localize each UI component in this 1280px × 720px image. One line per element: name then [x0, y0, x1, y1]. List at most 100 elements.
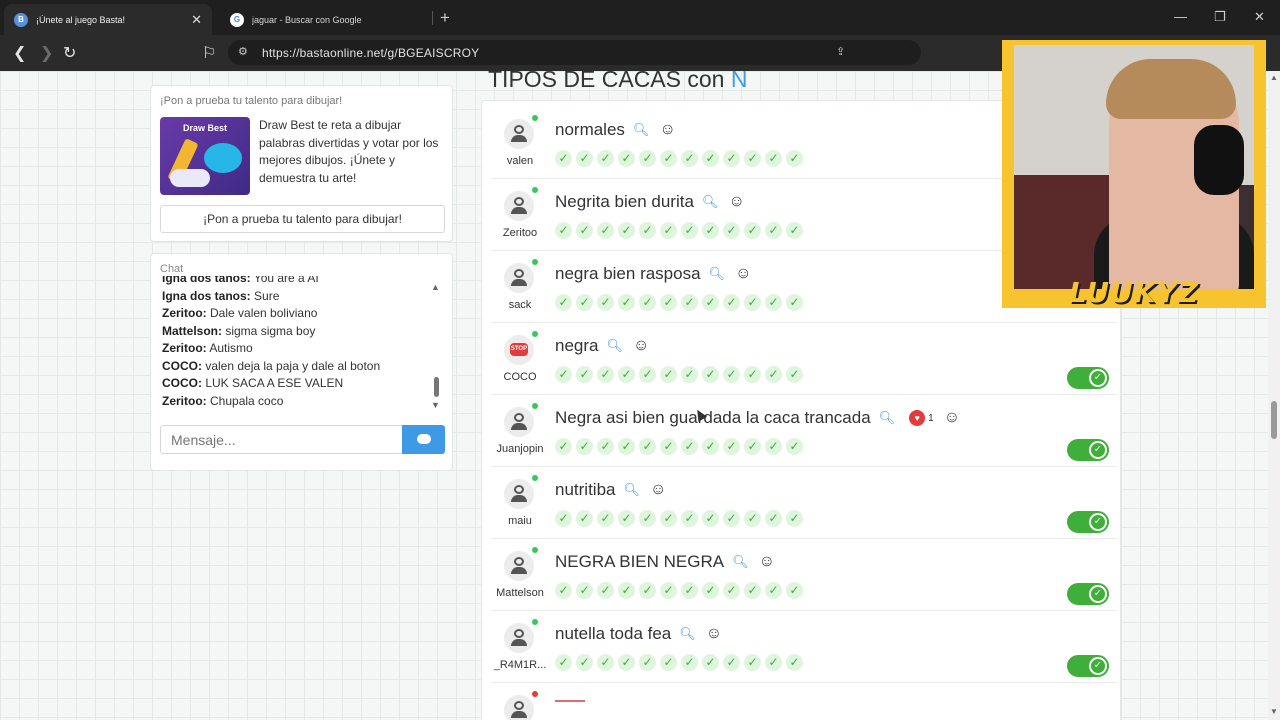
avatar-body	[511, 639, 527, 646]
online-status-dot	[532, 331, 538, 337]
approve-toggle[interactable]: ✓	[1067, 511, 1109, 533]
add-reaction-icon[interactable]: ☺	[706, 625, 722, 643]
approve-toggle[interactable]: ✓	[1067, 655, 1109, 677]
scroll-up-icon[interactable]: ▲	[431, 282, 440, 292]
add-reaction-icon[interactable]: ☺	[728, 193, 744, 211]
check-icon: ✓	[597, 654, 614, 671]
approve-toggle[interactable]: ✓	[1067, 367, 1109, 389]
new-tab-icon[interactable]: +	[440, 8, 450, 28]
search-icon[interactable]: 🔍︎	[879, 410, 896, 426]
answer-line: negra bien rasposa 🔍︎ ☺	[555, 264, 751, 284]
approve-toggle[interactable]: ✓	[1067, 583, 1109, 605]
answer-row: STOP COCO negra 🔍︎ ☺ ✓ ✓ ✓ ✓ ✓ ✓ ✓ ✓ ✓ ✓ ✓ ✓ ✓	[492, 323, 1117, 395]
answer-line: Negra asi bien guardada la caca trancada…	[555, 408, 960, 428]
stop-sign-icon: STOP	[504, 335, 534, 365]
heart-icon[interactable]: ♥	[909, 410, 926, 426]
cloud-icon	[170, 169, 210, 187]
add-reaction-icon[interactable]: ☺	[633, 337, 649, 355]
chat-message: Zeritoo: Dale valen boliviano	[162, 305, 422, 323]
address-bar[interactable]: ⚙ https://bastaonline.net/g/BGEAISCROY ⇪…	[228, 40, 1141, 65]
chat-text: Autismo	[209, 341, 253, 355]
answer-text: nutritiba	[555, 480, 616, 499]
user-avatar-icon	[504, 191, 534, 221]
check-icon: ✓	[702, 366, 719, 383]
chat-log[interactable]: Igna dos tanos: You are a AI Igna dos ta…	[162, 276, 422, 416]
online-status-dot	[532, 691, 538, 697]
search-icon[interactable]: 🔍︎	[702, 194, 719, 210]
check-icon: ✓	[765, 366, 782, 383]
draw-best-image[interactable]: Draw Best	[160, 117, 250, 195]
check-icon: ✓	[744, 510, 761, 527]
answer-text: NEGRA BIEN NEGRA	[555, 552, 725, 571]
answer-row	[492, 683, 1117, 720]
maximize-icon[interactable]: ❐	[1214, 9, 1226, 25]
check-icon: ✓	[681, 438, 698, 455]
search-icon[interactable]: 🔍︎	[606, 338, 623, 354]
add-reaction-icon[interactable]: ☺	[944, 409, 960, 427]
search-icon[interactable]: 🔍︎	[633, 122, 650, 138]
check-icon: ✓	[744, 222, 761, 239]
site-settings-icon[interactable]: ⚙	[238, 45, 248, 58]
check-icon: ✓	[555, 294, 572, 311]
tab-bar: B ¡Únete al juego Basta! ✕ G jaguar - Bu…	[0, 0, 1280, 35]
check-icon: ✓	[660, 510, 677, 527]
tab-basta[interactable]: B ¡Únete al juego Basta! ✕	[4, 4, 212, 35]
add-reaction-icon[interactable]: ☺	[735, 265, 751, 283]
check-icon: ✓	[786, 294, 803, 311]
chat-text: valen deja la paja y dale al boton	[205, 358, 381, 373]
chat-scroll-thumb[interactable]	[434, 377, 439, 397]
scroll-down-icon[interactable]: ▼	[1270, 707, 1278, 716]
send-message-button[interactable]	[402, 425, 445, 454]
check-icon: ✓	[618, 222, 635, 239]
back-icon[interactable]: ❮	[13, 43, 26, 63]
search-icon[interactable]: 🔍︎	[679, 626, 696, 642]
player-name: Mattelson	[496, 587, 544, 599]
approve-toggle[interactable]: ✓	[1067, 439, 1109, 461]
add-reaction-icon[interactable]: ☺	[659, 121, 675, 139]
tab-google[interactable]: G jaguar - Buscar con Google	[220, 4, 430, 35]
like-count: 1	[928, 412, 934, 424]
close-tab-icon[interactable]: ✕	[191, 12, 202, 28]
close-window-icon[interactable]: ✕	[1254, 9, 1265, 25]
chat-scrollbar[interactable]: ▲ ▼	[431, 282, 441, 412]
search-icon[interactable]: 🔍︎	[732, 554, 749, 570]
scroll-down-icon[interactable]: ▼	[431, 400, 440, 410]
online-status-dot	[532, 259, 538, 265]
check-icon: ✓	[639, 582, 656, 599]
player-name: Zeritoo	[502, 227, 538, 239]
chat-text: Dale valen boliviano	[210, 306, 318, 320]
page-scrollbar[interactable]: ▲ ▼	[1268, 71, 1280, 720]
chat-user: COCO:	[162, 376, 202, 390]
check-icon: ✓	[576, 582, 593, 599]
minimize-icon[interactable]: —	[1174, 9, 1187, 24]
search-icon[interactable]: 🔍︎	[623, 482, 640, 498]
answer-line: NEGRA BIEN NEGRA 🔍︎ ☺	[555, 552, 775, 572]
check-icon: ✓	[681, 294, 698, 311]
check-icon: ✓	[639, 438, 656, 455]
add-reaction-icon[interactable]: ☺	[650, 481, 666, 499]
round-letter: N	[730, 71, 748, 92]
avatar-body	[511, 711, 527, 718]
check-icon: ✓	[660, 438, 677, 455]
vote-checks: ✓ ✓ ✓ ✓ ✓ ✓ ✓ ✓ ✓ ✓ ✓ ✓	[555, 438, 807, 455]
chat-user: Igna dos tanos:	[162, 276, 251, 285]
check-icon: ✓	[576, 510, 593, 527]
player-name: _R4M1R...	[493, 659, 547, 671]
add-reaction-icon[interactable]: ☺	[759, 553, 775, 571]
share-icon[interactable]: ⇪	[836, 45, 845, 58]
page-scroll-thumb[interactable]	[1271, 401, 1277, 439]
url-text[interactable]: https://bastaonline.net/g/BGEAISCROY	[262, 46, 479, 60]
search-icon[interactable]: 🔍︎	[709, 266, 726, 282]
promo-button[interactable]: ¡Pon a prueba tu talento para dibujar!	[160, 205, 445, 233]
bookmark-icon[interactable]: ⚐	[202, 43, 216, 63]
chat-message-input[interactable]	[160, 425, 403, 454]
answer-text: negra bien rasposa	[555, 264, 701, 283]
chat-text: sigma sigma boy	[225, 323, 316, 338]
answer-text: negra	[555, 336, 599, 355]
vote-checks: ✓ ✓ ✓ ✓ ✓ ✓ ✓ ✓ ✓ ✓ ✓ ✓	[555, 150, 807, 167]
user-avatar-icon	[504, 551, 534, 581]
forward-icon[interactable]: ❯	[40, 43, 53, 63]
scroll-up-icon[interactable]: ▲	[1270, 73, 1278, 82]
reload-icon[interactable]: ↻	[63, 43, 76, 63]
chat-message: Igna dos tanos: Sure	[162, 288, 422, 306]
